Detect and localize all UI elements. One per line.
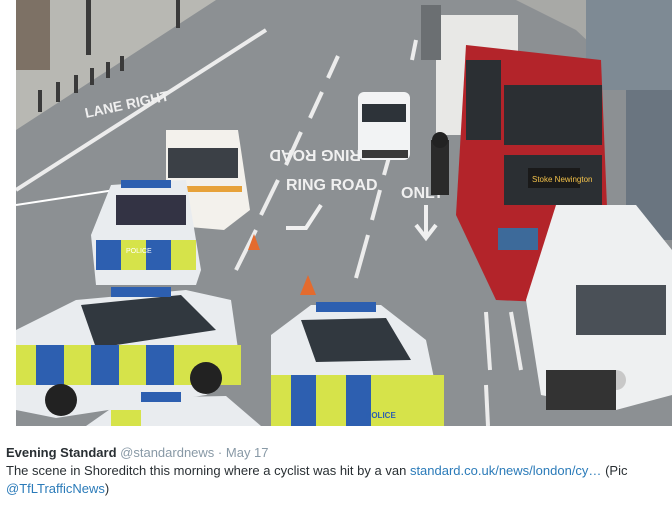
tweet-trailing-text: (Pic [605, 463, 628, 478]
tweet-body-line-1: The scene in Shoreditch this morning whe… [6, 462, 670, 480]
tweet-date[interactable]: May 17 [226, 445, 269, 460]
tweet-link[interactable]: standard.co.uk/news/london/cy… [410, 463, 602, 478]
tweet-mention[interactable]: @TfLTrafficNews [6, 481, 105, 496]
separator-dot: · [217, 445, 223, 460]
police-label-1: POLICE [126, 248, 152, 255]
tweet-body-line-2: @TfLTrafficNews) [6, 480, 670, 498]
road-text-ring-road-2: RING ROAD [286, 177, 378, 194]
white-van-far [358, 92, 410, 160]
author-name[interactable]: Evening Standard [6, 445, 117, 460]
road-text-ring-road-1: RING ROAD [269, 146, 361, 163]
motorcycle [431, 132, 449, 195]
tweet-body: The scene in Shoreditch this morning whe… [6, 463, 407, 478]
traffic-camera-image: LANE RIGHT RING ROAD RING ROAD ONLY Stok… [16, 0, 672, 426]
tweet-photo[interactable]: LANE RIGHT RING ROAD RING ROAD ONLY Stok… [16, 0, 672, 426]
bus-destination: Stoke Newington [532, 175, 592, 184]
police-label-3: POLICE [366, 411, 396, 420]
tweet-text-block: Evening Standard @standardnews · May 17 … [6, 444, 670, 498]
tweet-card: LANE RIGHT RING ROAD RING ROAD ONLY Stok… [0, 0, 672, 505]
author-handle[interactable]: @standardnews [120, 445, 214, 460]
building-left [16, 0, 50, 70]
tweet-header: Evening Standard @standardnews · May 17 [6, 444, 670, 462]
white-van-right [526, 205, 672, 410]
police-car-1: POLICE [91, 180, 201, 285]
tweet-closing: ) [104, 481, 110, 496]
